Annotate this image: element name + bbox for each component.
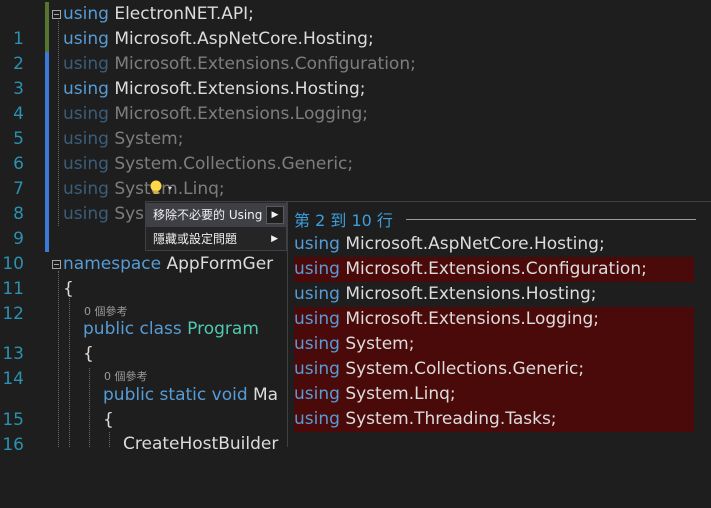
code-text: { bbox=[63, 279, 74, 299]
preview-line-removed: using System.Threading.Tasks; bbox=[294, 407, 694, 432]
preview-header-divider bbox=[406, 219, 696, 220]
code-text: AppFormGer bbox=[161, 254, 274, 274]
keyword: using bbox=[63, 4, 109, 24]
code-line: 6 using System; bbox=[0, 127, 711, 174]
code-text: System.Collections.Generic; bbox=[108, 154, 354, 174]
menu-item-suppress-or-configure[interactable]: 隱藏或設定問題 ▶ bbox=[146, 227, 286, 251]
code-text: CreateHostBuilder bbox=[123, 434, 279, 454]
keyword: using bbox=[63, 179, 109, 199]
code-line: 5 using Microsoft.Extensions.Logging; bbox=[0, 102, 711, 149]
changes-preview-pane: 第 2 到 10 行 using Microsoft.AspNetCore.Ho… bbox=[287, 201, 711, 447]
quick-actions-lightbulb[interactable] bbox=[147, 178, 177, 198]
submenu-arrow-icon: ▶ bbox=[271, 234, 278, 244]
keyword: using bbox=[63, 29, 109, 49]
keyword: using bbox=[63, 129, 109, 149]
keyword: using bbox=[63, 154, 109, 174]
code-text: Microsoft.Extensions.Logging; bbox=[108, 104, 368, 124]
keyword: using bbox=[63, 204, 109, 224]
code-text: Microsoft.AspNetCore.Hosting; bbox=[108, 29, 374, 49]
keyword: namespace bbox=[63, 254, 162, 274]
code-text: System; bbox=[108, 129, 184, 149]
menu-item-label: 隱藏或設定問題 bbox=[153, 232, 238, 246]
code-text: { bbox=[103, 410, 114, 430]
code-text: Ma bbox=[247, 385, 279, 405]
keyword: public static void bbox=[103, 385, 248, 405]
submenu-arrow-icon[interactable]: ▶ bbox=[266, 206, 284, 224]
preview-line-removed: using Microsoft.Extensions.Logging; bbox=[294, 307, 694, 332]
keyword: using bbox=[63, 104, 109, 124]
quick-actions-menu: 移除不必要的 Using ▶ 隱藏或設定問題 ▶ bbox=[145, 201, 287, 251]
preview-line-removed: using System; bbox=[294, 332, 694, 357]
menu-item-label: 移除不必要的 Using bbox=[153, 208, 263, 222]
menu-item-remove-unnecessary-usings[interactable]: 移除不必要的 Using ▶ bbox=[146, 203, 286, 227]
preview-line-removed: using Microsoft.Extensions.Configuration… bbox=[294, 257, 694, 282]
keyword: public class bbox=[83, 319, 182, 339]
preview-line: using Microsoft.Extensions.Hosting; bbox=[294, 284, 597, 304]
code-line: 4 using Microsoft.Extensions.Hosting; bbox=[0, 77, 711, 124]
code-line: 2 using Microsoft.AspNetCore.Hosting; bbox=[0, 27, 711, 74]
code-line: 3 using Microsoft.Extensions.Configurati… bbox=[0, 52, 711, 99]
code-text: Microsoft.Extensions.Hosting; bbox=[108, 79, 366, 99]
code-editor[interactable]: 1 using ElectronNET.API; 2 using Microso… bbox=[0, 0, 711, 455]
code-line: 8 using System.Linq; bbox=[0, 177, 711, 224]
keyword: using bbox=[63, 54, 109, 74]
code-text: Sys bbox=[108, 204, 145, 224]
preview-line-removed: using System.Linq; bbox=[294, 382, 694, 407]
code-line: 7 using System.Collections.Generic; bbox=[0, 152, 711, 199]
code-text: { bbox=[83, 344, 94, 364]
codelens-references[interactable]: 0 個參考 bbox=[104, 368, 148, 384]
lightbulb-icon bbox=[150, 180, 172, 194]
code-text: ElectronNET.API; bbox=[108, 4, 254, 24]
preview-header: 第 2 到 10 行 bbox=[294, 211, 393, 230]
keyword: using bbox=[63, 79, 109, 99]
preview-line: using Microsoft.AspNetCore.Hosting; bbox=[294, 234, 605, 254]
code-text: Microsoft.Extensions.Configuration; bbox=[108, 54, 416, 74]
code-line: 1 using ElectronNET.API; bbox=[0, 2, 711, 49]
preview-line-removed: using System.Collections.Generic; bbox=[294, 357, 694, 382]
type-name: Program bbox=[187, 319, 259, 339]
